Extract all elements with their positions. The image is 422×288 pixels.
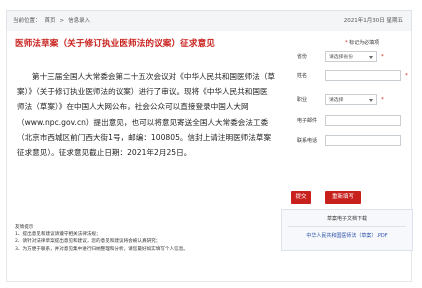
breadcrumb-current: 信息录入: [68, 18, 91, 24]
page-title: 医师法草案（关于修订执业医师法的议案）征求意见: [15, 39, 215, 49]
email-field[interactable]: [325, 115, 401, 126]
current-date: 2021年1月30日 星期五: [343, 18, 403, 24]
name-input[interactable]: [325, 70, 401, 81]
name-label: 姓名: [297, 73, 308, 79]
occupation-select[interactable]: 请选择: [325, 94, 377, 105]
required-note: * 标记为必填项: [345, 39, 379, 46]
required-star: *: [381, 54, 384, 60]
required-star: *: [381, 97, 384, 103]
chevron-down-icon: [369, 99, 373, 102]
breadcrumb-bar: 当前位置： 首页 > 信息录入 2021年1月30日 星期五: [6, 10, 412, 32]
phone-field[interactable]: [325, 135, 401, 146]
tips-heading: 友情提示: [15, 225, 34, 230]
download-link[interactable]: 中华人民共和国医师法（草案）.PDF: [282, 232, 412, 239]
phone-label: 联系电话: [297, 138, 318, 144]
occupation-label: 职业: [297, 97, 308, 103]
tips-block: 友情提示 1、提出意见和建议请遵守相关法律法规； 2、请针对法律草案提出意见和建…: [15, 224, 275, 253]
tips-item: 1、提出意见和建议请遵守相关法律法规；: [15, 232, 101, 238]
occupation-select-value: 请选择: [329, 98, 344, 103]
email-label: 电子邮件: [297, 118, 318, 124]
notice-text: 第十三届全国人大常委会第二十五次会议对《中华人民共和国医师法（草案）》（关于修订…: [17, 72, 275, 158]
breadcrumb: 当前位置： 首页 > 信息录入: [13, 11, 94, 31]
required-note-text: 标记为必填项: [349, 40, 380, 46]
breadcrumb-location-label: 当前位置：: [13, 18, 41, 24]
chevron-down-icon: [369, 56, 373, 59]
tips-item: 2、请针对法律草案提出意见和建议，您的意见和建议将会被认真研究；: [15, 239, 161, 245]
province-select-value: 请选择省份: [329, 55, 353, 60]
main-panel: 医师法草案（关于修订执业医师法的议案）征求意见 第十三届全国人大常委会第二十五次…: [6, 31, 413, 282]
required-star: *: [405, 73, 408, 79]
province-label: 省份: [297, 54, 308, 60]
tips-item: 3、为方便于联系，并对意见集中进行归纳整理和分析，请您最好如实填写个人信息。: [15, 246, 188, 252]
province-select[interactable]: 请选择省份: [325, 51, 377, 62]
reset-button[interactable]: 重新填写: [325, 191, 361, 204]
submit-button[interactable]: 提交: [291, 191, 311, 204]
breadcrumb-home-link[interactable]: 首页: [45, 18, 56, 24]
divider: [288, 226, 406, 227]
download-title: 草案电子文档下载: [326, 216, 367, 222]
required-star: *: [345, 40, 348, 46]
breadcrumb-separator: >: [59, 18, 65, 24]
download-panel: 草案电子文档下载 中华人民共和国医师法（草案）.PDF: [281, 209, 413, 251]
